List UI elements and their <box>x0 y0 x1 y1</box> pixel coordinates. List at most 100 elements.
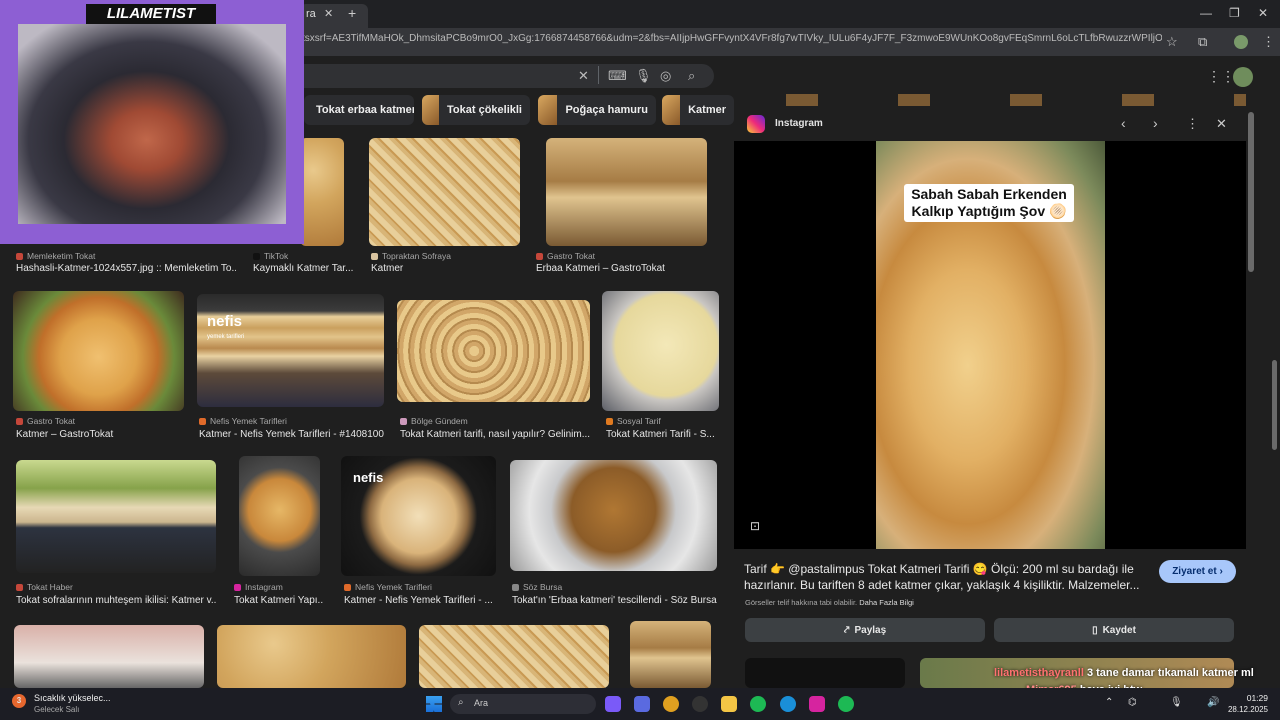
profile-avatar[interactable] <box>1234 35 1248 49</box>
mic-icon[interactable]: 🎙 <box>635 68 652 84</box>
learn-more-link[interactable]: Daha Fazla Bilgi <box>859 598 914 607</box>
result-image[interactable] <box>217 625 406 688</box>
logo-subtext: yemek tarifleri <box>207 334 245 340</box>
clear-search-icon[interactable]: ✕ <box>578 68 589 84</box>
chip-related-search[interactable]: Tokat erbaa katmeri <box>304 95 414 125</box>
chip-related-search[interactable]: Poğaça hamuru <box>538 95 656 125</box>
new-tab-icon[interactable]: + <box>348 5 356 21</box>
result-title[interactable]: Tokat'ın 'Erbaa katmeri' tescillendi - S… <box>512 595 717 606</box>
search-input[interactable] <box>300 64 714 88</box>
edge-icon[interactable] <box>780 696 796 712</box>
result-title[interactable]: Katmer - Nefis Yemek Tarifleri - ... <box>344 595 494 606</box>
chat-message: lilametisthayranll 3 tane damar tıkamalı… <box>994 667 1254 679</box>
maximize-icon[interactable]: ❐ <box>1229 6 1240 20</box>
visit-button[interactable]: Ziyaret et › <box>1159 560 1236 583</box>
copilot-icon[interactable] <box>605 696 621 712</box>
result-image[interactable] <box>602 291 719 411</box>
result-title[interactable]: Tokat Katmeri Yapı... <box>234 595 324 606</box>
mic-tray-icon[interactable]: 🎙 <box>1170 697 1183 708</box>
result-title[interactable]: Katmer - Nefis Yemek Tarifleri - #140810… <box>199 429 384 440</box>
obs-icon[interactable] <box>692 696 708 712</box>
close-panel-icon[interactable]: ✕ <box>1216 116 1227 132</box>
spotify-icon[interactable] <box>750 696 766 712</box>
result-title[interactable]: Katmer – GastroTokat <box>16 429 186 440</box>
chrome-icon[interactable] <box>663 696 679 712</box>
weather-title[interactable]: Sıcaklık yükselec... <box>34 693 111 703</box>
account-avatar[interactable] <box>1233 67 1253 87</box>
result-image[interactable] <box>14 625 204 688</box>
source-name: Söz Bursa <box>523 582 563 592</box>
image-description: Tarif 👉 @pastalimpus Tokat Katmeri Tarif… <box>744 562 1140 592</box>
result-title[interactable]: Tokat Katmeri tarifi, nasıl yapılır? Gel… <box>400 429 590 440</box>
next-icon[interactable]: › <box>1153 115 1158 131</box>
minimize-icon[interactable]: — <box>1200 6 1212 20</box>
result-title[interactable]: Erbaa Katmeri – GastroTokat <box>536 263 706 274</box>
result-image[interactable] <box>510 460 717 571</box>
bookmark-star-icon[interactable]: ☆ <box>1166 34 1178 50</box>
address-bar[interactable]: tsxsrf=AE3TifMMaHOk_DhmsitaPCBo9mrO0_JxG… <box>302 33 1162 51</box>
panel-scrollbar[interactable] <box>1248 112 1254 272</box>
result-source: Tokat Haber <box>16 582 216 592</box>
site-favicon-icon <box>16 417 23 425</box>
close-tab-icon[interactable]: ✕ <box>324 7 333 20</box>
clock-time[interactable]: 01:29 <box>1226 693 1268 703</box>
related-image[interactable] <box>745 658 905 688</box>
previous-icon[interactable]: ‹ <box>1121 115 1126 131</box>
credit-text: Görseller telif hakkına tabi olabilir. <box>745 598 858 607</box>
result-image[interactable] <box>239 456 320 576</box>
source-name: Gastro Tokat <box>547 251 596 261</box>
tray-chevron-icon[interactable]: ⌃ <box>1105 697 1113 708</box>
page-scrollbar[interactable] <box>1272 360 1277 450</box>
share-icon: ⤤ <box>843 624 850 636</box>
site-favicon-icon <box>536 252 543 260</box>
result-image[interactable] <box>419 625 609 688</box>
menu-icon[interactable]: ⋮ <box>1262 34 1275 50</box>
extensions-icon[interactable]: ⧉ <box>1198 34 1207 50</box>
image-caption: Sabah Sabah Erkenden Kalkıp Yaptığım Şov … <box>904 184 1074 222</box>
chip-related-search[interactable]: Tokat çökelikli <box>422 95 530 125</box>
chip-thumbnail <box>422 95 439 125</box>
search-icon[interactable]: ⌕ <box>688 68 695 84</box>
teams-icon[interactable] <box>634 696 650 712</box>
weather-icon[interactable]: 3 <box>12 694 26 708</box>
spotify-icon[interactable] <box>838 696 854 712</box>
file-explorer-icon[interactable] <box>721 696 737 712</box>
lens-icon[interactable]: ◎ <box>660 68 671 84</box>
save-button[interactable]: ▯ Kaydet <box>994 618 1234 642</box>
result-image[interactable] <box>300 138 344 246</box>
close-window-icon[interactable]: ✕ <box>1258 6 1268 20</box>
source-name: Gastro Tokat <box>27 416 76 426</box>
chip-related-search[interactable]: Katmer <box>662 95 734 125</box>
panel-source-name[interactable]: Instagram <box>775 118 823 129</box>
result-image[interactable] <box>397 300 590 402</box>
result-title[interactable]: Hashasli-Katmer-1024x557.jpg :: Memleket… <box>16 263 236 274</box>
result-title[interactable]: Tokat Katmeri Tarifi - S... <box>606 429 714 440</box>
volume-icon[interactable]: 🔊 <box>1207 697 1219 708</box>
chip-label: Poğaça hamuru <box>565 104 648 116</box>
result-image[interactable] <box>630 621 711 688</box>
share-button[interactable]: ⤤ Paylaş <box>745 618 985 642</box>
keyboard-icon[interactable]: ⌨ <box>608 68 627 84</box>
result-image[interactable] <box>16 460 216 573</box>
site-favicon-icon <box>253 252 260 260</box>
lens-search-icon[interactable]: ⊡ <box>750 519 760 533</box>
instagram-icon <box>747 115 765 133</box>
result-image[interactable] <box>13 291 184 411</box>
more-options-icon[interactable]: ⋮ <box>1186 116 1199 132</box>
clock-date[interactable]: 28.12.2025 <box>1222 705 1268 714</box>
instagram-app-icon[interactable] <box>809 696 825 712</box>
network-icon[interactable]: ⌬ <box>1128 697 1137 708</box>
result-title[interactable]: Kaymaklı Katmer Tar... <box>253 263 353 274</box>
browser-tab[interactable]: ra <box>300 4 368 28</box>
apps-grid-icon[interactable]: ⋮⋮ <box>1207 68 1235 85</box>
result-image[interactable] <box>546 138 707 246</box>
result-title[interactable]: Katmer <box>371 263 521 274</box>
result-title[interactable]: Tokat sofralarının muhteşem ikilisi: Kat… <box>16 595 216 606</box>
result-source: Instagram <box>234 582 324 592</box>
source-name: Instagram <box>245 582 283 592</box>
caption-line: Sabah Sabah Erkenden <box>911 186 1067 202</box>
result-image[interactable] <box>197 294 384 407</box>
result-image[interactable] <box>369 138 520 246</box>
taskbar-search-input[interactable]: Ara <box>450 694 596 714</box>
divider <box>598 66 599 84</box>
